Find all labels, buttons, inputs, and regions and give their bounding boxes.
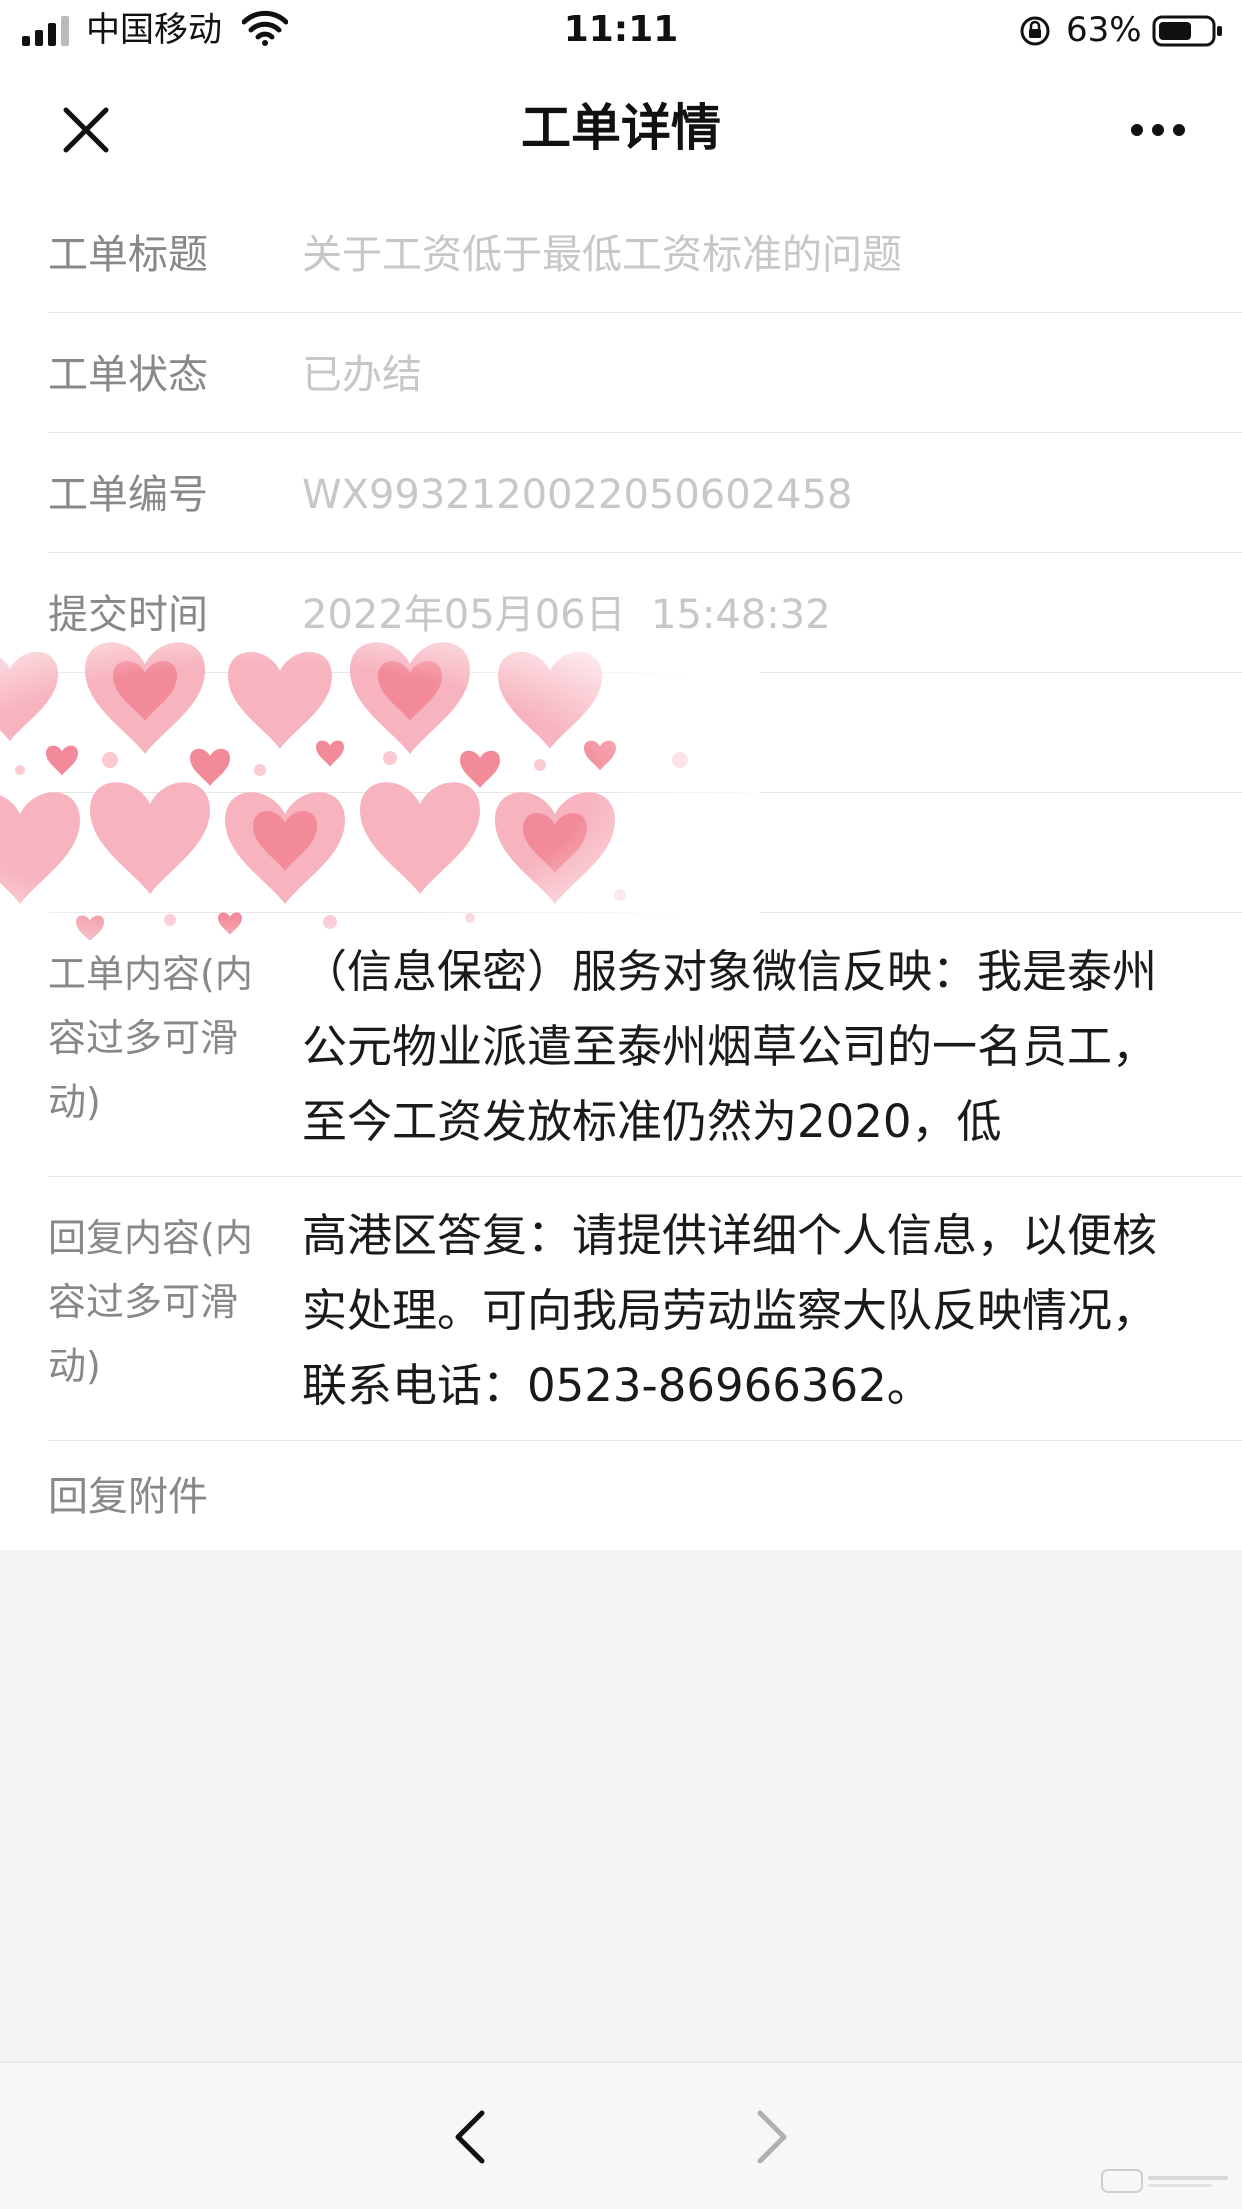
navigation-bar: 工单详情 bbox=[0, 64, 1242, 192]
field-value-number: WX9932120022050602458 bbox=[302, 472, 853, 518]
field-row-status: 工单状态 已办结 bbox=[48, 312, 1242, 433]
field-value-reply[interactable]: 高港区答复：请提供详细个人信息，以便核实处理。可向我局劳动监察大队反映情况，联系… bbox=[302, 1198, 1192, 1423]
field-row-number: 工单编号 WX9932120022050602458 bbox=[48, 432, 1242, 553]
bottom-toolbar bbox=[0, 2062, 1242, 2209]
status-time: 11:11 bbox=[563, 9, 679, 50]
back-button[interactable] bbox=[440, 2107, 500, 2167]
more-options-button[interactable] bbox=[1118, 100, 1198, 160]
more-icon bbox=[1131, 124, 1185, 136]
watermark-logo bbox=[1101, 2169, 1228, 2193]
battery-icon bbox=[1152, 15, 1222, 47]
chevron-right-icon bbox=[757, 2110, 787, 2164]
chevron-left-icon bbox=[455, 2110, 485, 2164]
field-label-status: 工单状态 bbox=[48, 352, 208, 398]
field-value-title: 关于工资低于最低工资标准的问题 bbox=[302, 232, 902, 278]
field-value-content[interactable]: （信息保密）服务对象微信反映：我是泰州公元物业派遣至泰州烟草公司的一名员工，至今… bbox=[302, 934, 1192, 1159]
field-value-submit-time: 2022年05月06日 15:48:32 bbox=[302, 592, 831, 638]
status-bar: 中国移动 11:11 63% bbox=[0, 0, 1242, 64]
battery-percent: 63% bbox=[1066, 10, 1142, 50]
forward-button[interactable] bbox=[742, 2107, 802, 2167]
page-title: 工单详情 bbox=[521, 99, 721, 157]
field-label-content: 工单内容(内容过多可滑动) bbox=[48, 952, 253, 1124]
heart-sticker-overlay bbox=[0, 640, 760, 940]
field-row-title: 工单标题 关于工资低于最低工资标准的问题 bbox=[48, 192, 1242, 313]
field-label-title: 工单标题 bbox=[48, 232, 208, 278]
field-label-number: 工单编号 bbox=[48, 472, 208, 518]
field-label-submit-time: 提交时间 bbox=[48, 592, 208, 638]
field-row-content[interactable]: 工单内容(内容过多可滑动) （信息保密）服务对象微信反映：我是泰州公元物业派遣至… bbox=[48, 912, 1242, 1177]
field-label-reply: 回复内容(内容过多可滑动) bbox=[48, 1216, 253, 1388]
field-row-reply[interactable]: 回复内容(内容过多可滑动) 高港区答复：请提供详细个人信息，以便核实处理。可向我… bbox=[48, 1176, 1242, 1441]
field-value-status: 已办结 bbox=[302, 352, 422, 398]
rotation-lock-icon bbox=[1020, 16, 1050, 46]
field-label-attachment: 回复附件 bbox=[48, 1474, 208, 1520]
field-row-attachment: 回复附件 bbox=[48, 1440, 1242, 1550]
